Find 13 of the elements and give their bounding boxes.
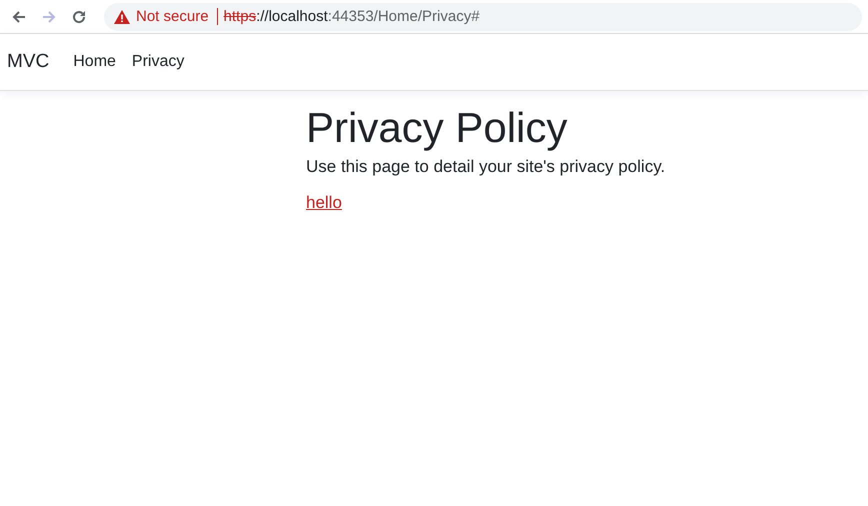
security-label: Not secure xyxy=(136,8,218,25)
address-bar[interactable]: Not secure https://localhost:44353/Home/Privacy# xyxy=(104,2,862,30)
page-title: Privacy Policy xyxy=(306,105,568,152)
arrow-right-icon xyxy=(41,8,57,24)
arrow-left-icon xyxy=(11,8,27,24)
url-text: https://localhost:44353/Home/Privacy# xyxy=(224,8,480,25)
warning-icon xyxy=(114,10,130,24)
hello-link[interactable]: hello xyxy=(306,193,342,212)
brand-link[interactable]: MVC xyxy=(7,51,50,73)
nav-link[interactable]: Home xyxy=(73,53,116,71)
nav-link[interactable]: Privacy xyxy=(132,53,184,71)
page-description: Use this page to detail your site's privacy policy. xyxy=(306,157,666,178)
reload-icon xyxy=(71,8,87,24)
